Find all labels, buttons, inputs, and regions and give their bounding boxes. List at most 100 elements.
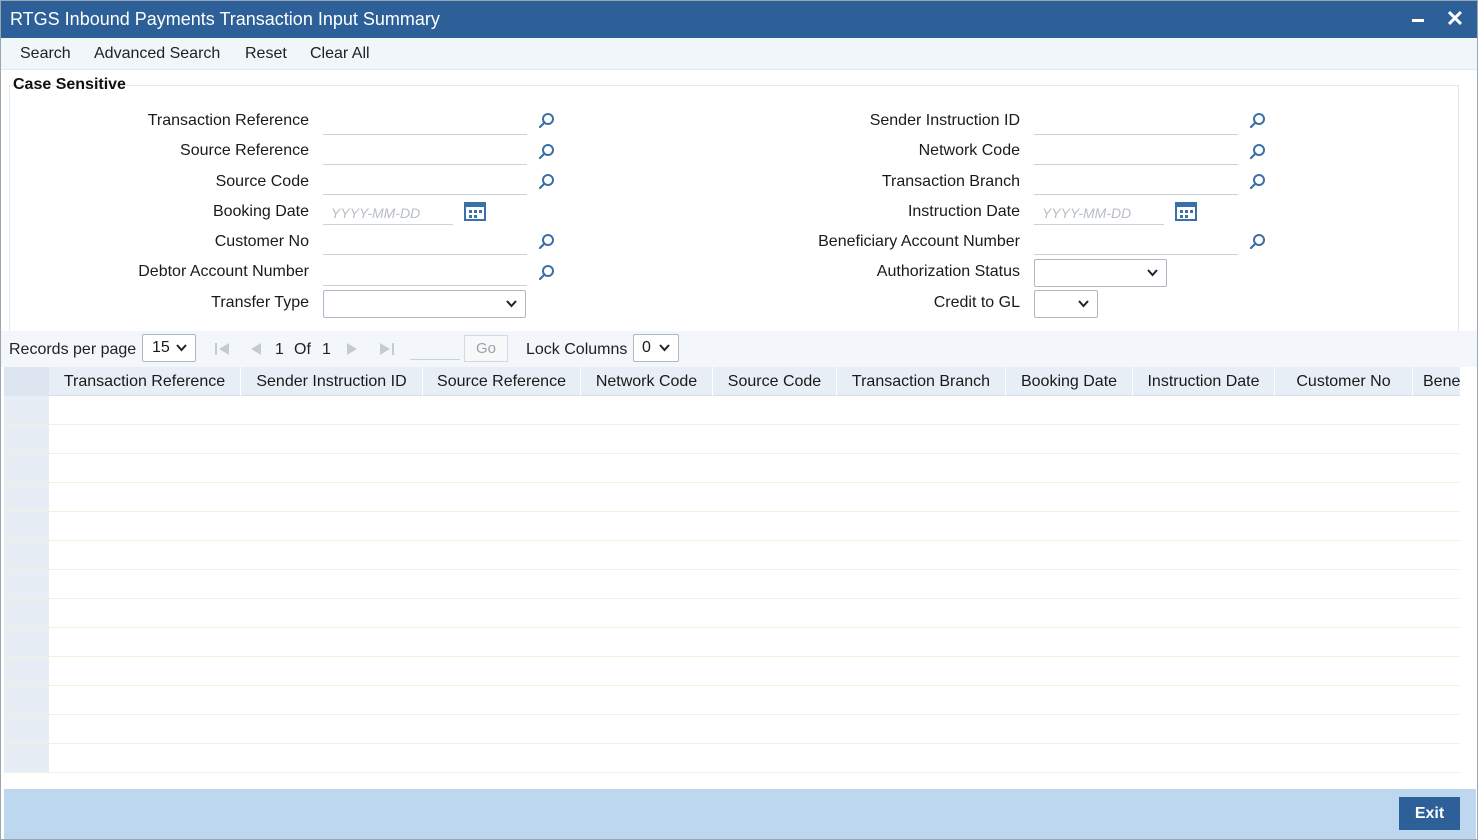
row-select-cell[interactable] (4, 628, 49, 656)
row-select-cell[interactable] (4, 570, 49, 598)
previous-page-icon[interactable] (248, 342, 264, 356)
table-row[interactable] (4, 657, 1460, 686)
transfer-type-label: Transfer Type (211, 294, 309, 311)
table-row[interactable] (4, 396, 1460, 425)
reset-button[interactable]: Reset (245, 45, 287, 63)
search-icon[interactable] (538, 143, 556, 161)
row-select-cell[interactable] (4, 454, 49, 482)
column-header-customer-no[interactable]: Customer No (1275, 367, 1413, 396)
table-row[interactable] (4, 744, 1460, 773)
search-icon[interactable] (1249, 233, 1267, 251)
column-header-network-code[interactable]: Network Code (581, 367, 713, 396)
table-row[interactable] (4, 628, 1460, 657)
calendar-icon[interactable] (464, 201, 486, 221)
pagination-bar: Records per page 15 1 Of 1 Go Lock Colum… (1, 331, 1477, 367)
column-header-source-reference[interactable]: Source Reference (423, 367, 581, 396)
column-header-instruction-date[interactable]: Instruction Date (1133, 367, 1275, 396)
table-row[interactable] (4, 715, 1460, 744)
row-select-cell[interactable] (4, 396, 49, 424)
source-code-input[interactable] (323, 171, 527, 195)
first-page-icon[interactable] (214, 342, 230, 356)
toolbar: Search Advanced Search Reset Clear All (1, 38, 1477, 70)
close-icon[interactable]: ✕ (1445, 7, 1465, 31)
table-row[interactable] (4, 512, 1460, 541)
sender-instruction-id-label: Sender Instruction ID (869, 112, 1020, 129)
booking-date-input[interactable] (323, 201, 453, 225)
row-select-cell[interactable] (4, 512, 49, 540)
debtor-account-number-label: Debtor Account Number (138, 263, 309, 280)
exit-button[interactable]: Exit (1399, 797, 1460, 830)
column-header-sender-instruction-id[interactable]: Sender Instruction ID (241, 367, 423, 396)
table-row[interactable] (4, 425, 1460, 454)
records-per-page-label: Records per page (9, 341, 137, 358)
row-select-cell[interactable] (4, 657, 49, 685)
row-select-cell[interactable] (4, 744, 49, 772)
transaction-reference-input[interactable] (323, 111, 527, 135)
clear-all-button[interactable]: Clear All (310, 45, 370, 63)
customer-no-input[interactable] (323, 231, 527, 255)
row-select-cell[interactable] (4, 599, 49, 627)
network-code-input[interactable] (1034, 141, 1238, 165)
next-page-icon[interactable] (344, 342, 360, 356)
search-icon[interactable] (538, 233, 556, 251)
source-reference-label: Source Reference (180, 142, 309, 159)
source-reference-input[interactable] (323, 141, 527, 165)
results-grid: Transaction Reference Sender Instruction… (4, 367, 1460, 773)
debtor-account-number-input[interactable] (323, 262, 527, 286)
row-select-cell[interactable] (4, 425, 49, 453)
booking-date-label: Booking Date (212, 203, 309, 220)
last-page-icon[interactable] (379, 342, 395, 356)
chevron-down-icon (506, 300, 517, 308)
column-header-booking-date[interactable]: Booking Date (1006, 367, 1133, 396)
transaction-branch-input[interactable] (1034, 171, 1238, 195)
column-header-transaction-branch[interactable]: Transaction Branch (837, 367, 1006, 396)
column-header-beneficiary[interactable]: Bene (1413, 367, 1460, 396)
search-icon[interactable] (1249, 143, 1267, 161)
instruction-date-input[interactable] (1034, 201, 1164, 225)
sender-instruction-id-input[interactable] (1034, 111, 1238, 135)
row-select-cell[interactable] (4, 483, 49, 511)
row-select-cell[interactable] (4, 541, 49, 569)
credit-to-gl-label: Credit to GL (933, 294, 1020, 311)
credit-to-gl-select[interactable] (1034, 290, 1098, 318)
search-icon[interactable] (538, 112, 556, 130)
table-row[interactable] (4, 483, 1460, 512)
authorization-status-select[interactable] (1034, 259, 1167, 287)
transaction-branch-label: Transaction Branch (881, 173, 1020, 190)
table-row[interactable] (4, 454, 1460, 483)
window-title: RTGS Inbound Payments Transaction Input … (10, 9, 440, 29)
table-row[interactable] (4, 541, 1460, 570)
calendar-icon[interactable] (1175, 201, 1197, 221)
transfer-type-select[interactable] (323, 290, 526, 318)
search-button[interactable]: Search (20, 45, 71, 63)
column-header-transaction-reference[interactable]: Transaction Reference (49, 367, 241, 396)
beneficiary-account-number-input[interactable] (1034, 231, 1238, 255)
title-bar: RTGS Inbound Payments Transaction Input … (1, 1, 1477, 38)
of-label: Of (294, 341, 311, 358)
go-button[interactable]: Go (464, 335, 508, 362)
beneficiary-account-number-label: Beneficiary Account Number (818, 233, 1020, 250)
chevron-down-icon (1078, 300, 1089, 308)
search-icon[interactable] (1249, 112, 1267, 130)
minimize-icon[interactable] (1412, 19, 1424, 22)
column-header-source-code[interactable]: Source Code (713, 367, 837, 396)
advanced-search-button[interactable]: Advanced Search (94, 45, 220, 63)
current-page: 1 (275, 341, 284, 358)
table-row[interactable] (4, 570, 1460, 599)
source-code-label: Source Code (215, 173, 309, 190)
chevron-down-icon (1147, 269, 1158, 277)
row-select-cell[interactable] (4, 715, 49, 743)
page-number-input[interactable] (410, 337, 460, 360)
search-icon[interactable] (538, 264, 556, 282)
table-row[interactable] (4, 686, 1460, 715)
row-select-cell[interactable] (4, 686, 49, 714)
lock-columns-select[interactable]: 0 (633, 334, 679, 362)
search-icon[interactable] (1249, 173, 1267, 191)
lock-columns-label: Lock Columns (526, 341, 628, 358)
search-icon[interactable] (538, 173, 556, 191)
section-title: Case Sensitive (13, 76, 126, 93)
records-per-page-select[interactable]: 15 (142, 334, 196, 362)
records-per-page-value: 15 (152, 339, 170, 356)
table-row[interactable] (4, 599, 1460, 628)
select-all-cell[interactable] (4, 367, 49, 396)
